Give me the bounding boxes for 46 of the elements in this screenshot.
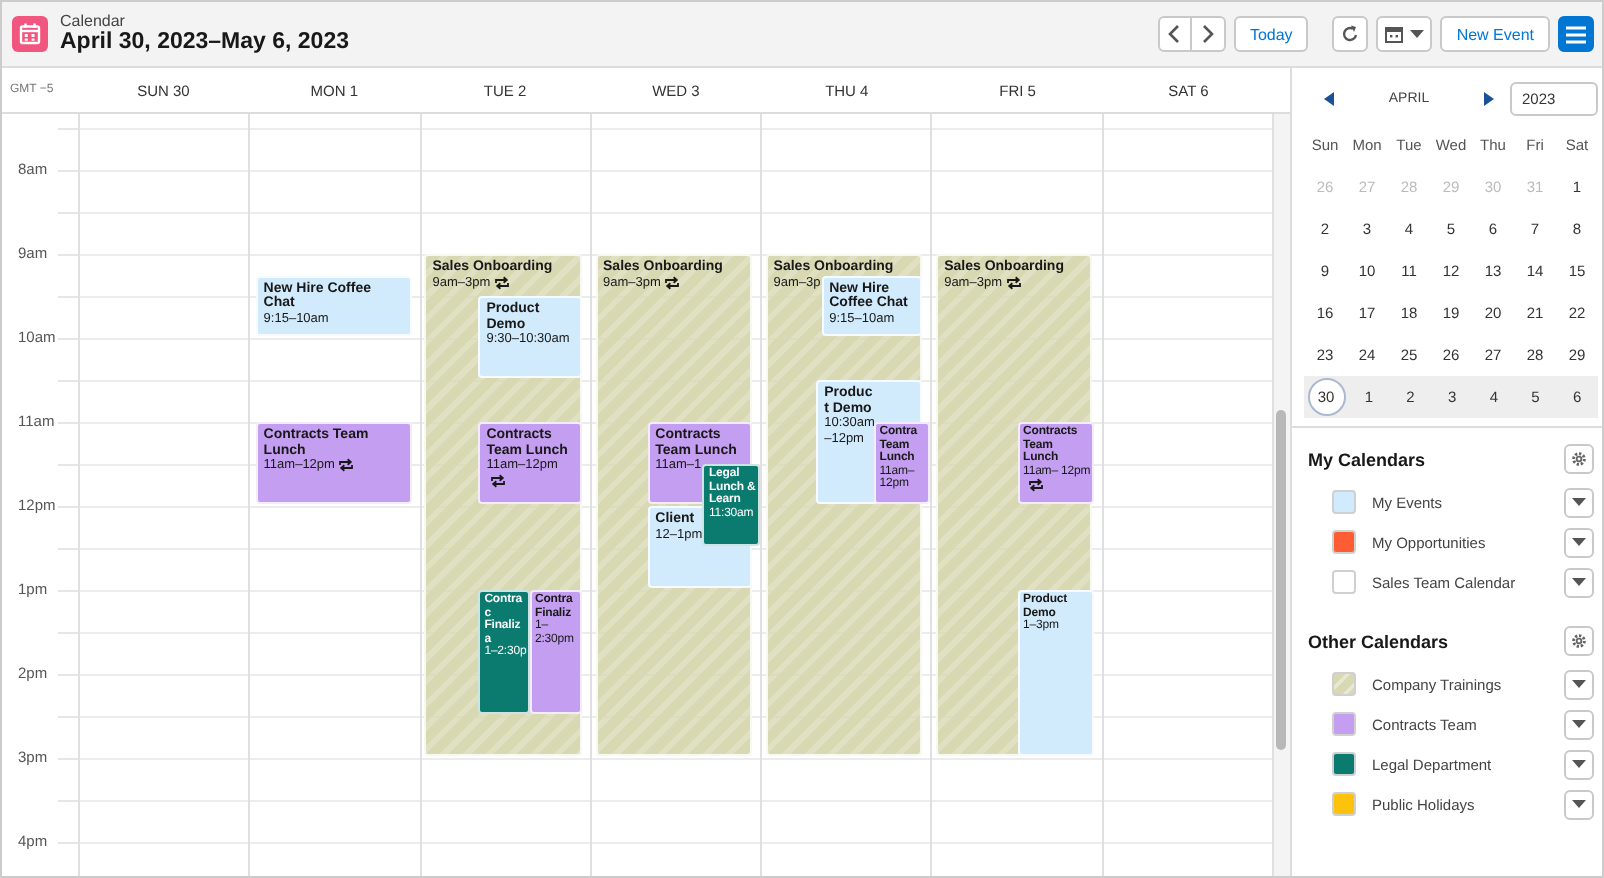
calendar-color-swatch[interactable] bbox=[1332, 530, 1356, 554]
new-event-button[interactable]: New Event bbox=[1440, 16, 1550, 52]
settings-icon bbox=[1570, 632, 1588, 650]
caret-down-icon bbox=[1572, 498, 1586, 506]
calendar-icon bbox=[12, 16, 48, 52]
settings-icon bbox=[1570, 450, 1588, 468]
app-name: Calendar bbox=[60, 11, 127, 30]
calendar-options-button[interactable] bbox=[1564, 789, 1594, 819]
date-range-title: April 30, 2023–May 6, 2023 bbox=[60, 29, 349, 57]
calendar-view-dropdown[interactable] bbox=[1376, 16, 1433, 52]
calendar-group-title: Other Calendars bbox=[1308, 631, 1449, 651]
calendar-color-swatch[interactable] bbox=[1332, 712, 1356, 736]
caret-down-icon bbox=[1572, 578, 1586, 586]
calendar-options-button[interactable] bbox=[1564, 669, 1594, 699]
calendar-color-swatch[interactable] bbox=[1332, 792, 1356, 816]
caret-down-icon bbox=[1410, 30, 1425, 38]
caret-down-icon bbox=[1572, 760, 1586, 768]
list-view-button[interactable] bbox=[1558, 16, 1594, 52]
caret-down-icon bbox=[1572, 720, 1586, 728]
chevron-left-icon bbox=[1168, 24, 1181, 44]
refresh-button[interactable] bbox=[1332, 16, 1369, 52]
calendar-color-swatch[interactable] bbox=[1332, 570, 1356, 594]
calendar-options-button[interactable] bbox=[1564, 567, 1594, 597]
calendar-options-button[interactable] bbox=[1564, 487, 1594, 517]
caret-down-icon bbox=[1572, 800, 1586, 808]
previous-button[interactable] bbox=[1157, 16, 1192, 52]
settings-button[interactable] bbox=[1564, 626, 1594, 656]
next-button[interactable] bbox=[1191, 16, 1226, 52]
menu-icon bbox=[1566, 25, 1586, 43]
next-month-icon[interactable] bbox=[1484, 91, 1494, 105]
previous-month-icon[interactable] bbox=[1324, 91, 1334, 105]
calendar-color-swatch[interactable] bbox=[1332, 490, 1356, 514]
caret-down-icon bbox=[1572, 538, 1586, 546]
calendar-options-button[interactable] bbox=[1564, 527, 1594, 557]
caret-down-icon bbox=[1572, 680, 1586, 688]
calendar-color-swatch[interactable] bbox=[1332, 672, 1356, 696]
today-button[interactable]: Today bbox=[1233, 16, 1309, 52]
calendar-color-swatch[interactable] bbox=[1332, 752, 1356, 776]
calendar-group-title: My Calendars bbox=[1308, 449, 1426, 469]
chevron-right-icon bbox=[1201, 24, 1214, 44]
calendar-options-button[interactable] bbox=[1564, 709, 1594, 739]
calendar-grid-icon bbox=[1384, 24, 1405, 44]
scrollbar-thumb[interactable] bbox=[1275, 410, 1286, 750]
settings-button[interactable] bbox=[1564, 444, 1594, 474]
refresh-icon bbox=[1340, 24, 1361, 44]
calendar-options-button[interactable] bbox=[1564, 749, 1594, 779]
